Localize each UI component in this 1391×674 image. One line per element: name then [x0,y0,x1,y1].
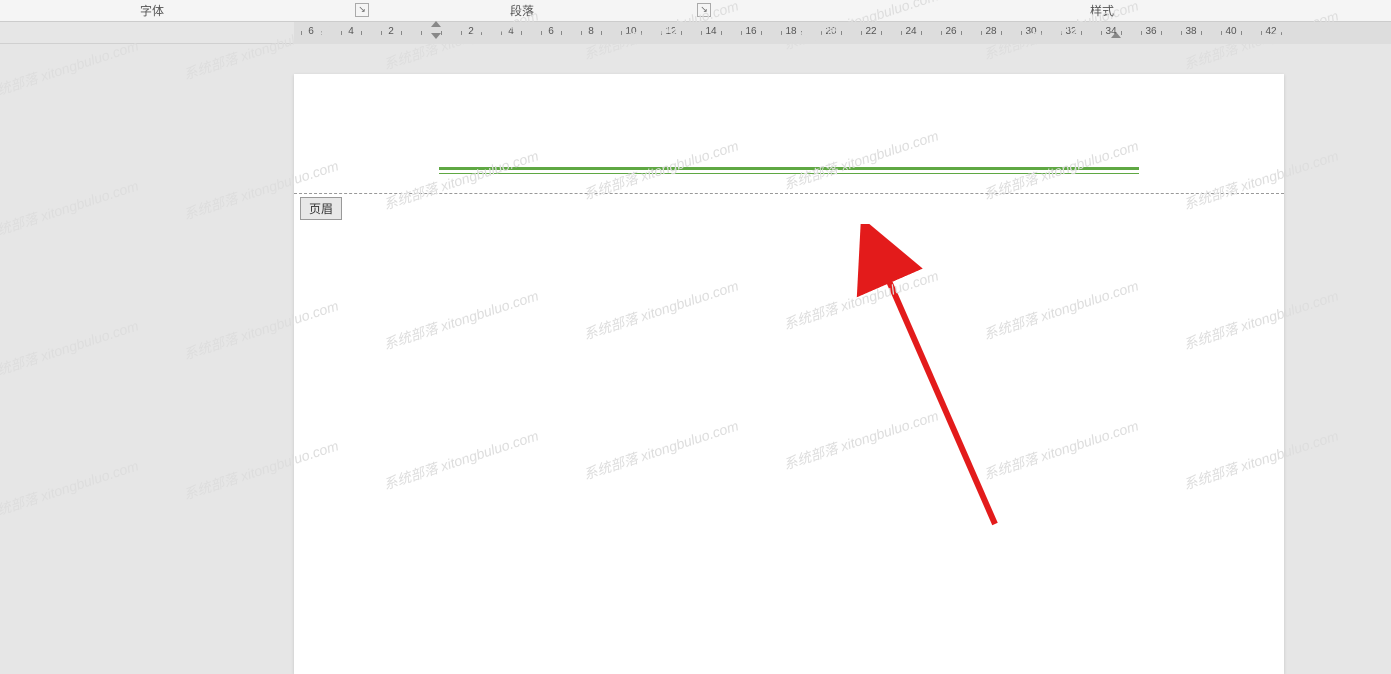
ruler-minor-tick [1181,31,1182,35]
document-workspace: 页眉 [0,44,1391,564]
ruler-minor-tick [601,31,602,35]
ruler-tick-label: 6 [548,26,554,37]
ruler-minor-tick [1081,31,1082,35]
ruler-minor-tick [1041,31,1042,35]
document-page[interactable]: 页眉 [294,74,1284,674]
page-header-area[interactable] [294,74,1284,194]
ruler-minor-tick [761,31,762,35]
ruler-minor-tick [921,31,922,35]
ruler-minor-tick [1061,31,1062,35]
ruler-tick-label: 26 [945,26,956,37]
first-line-indent-marker[interactable] [431,33,441,39]
ribbon-group-paragraph-label: 段落 [510,2,534,19]
ruler-tick-label: 32 [1065,26,1076,37]
ruler-minor-tick [361,31,362,35]
ruler-tick-label: 38 [1185,26,1196,37]
ruler-minor-tick [481,31,482,35]
ruler-minor-tick [781,31,782,35]
ruler-minor-tick [821,31,822,35]
ruler-minor-tick [1221,31,1222,35]
ruler-minor-tick [1201,31,1202,35]
ruler-minor-tick [421,31,422,35]
ruler-tick-label: 14 [705,26,716,37]
ruler-tick-label: 2 [468,26,474,37]
header-label-badge: 页眉 [300,197,342,220]
ruler-tick-label: 12 [665,26,676,37]
ruler-minor-tick [981,31,982,35]
ruler-minor-tick [741,31,742,35]
ruler-tick-label: 4 [348,26,354,37]
ruler-minor-tick [1141,31,1142,35]
ruler-minor-tick [1241,31,1242,35]
ruler-tick-label: 4 [508,26,514,37]
font-dialog-launcher-icon[interactable]: ↘ [355,3,369,17]
ruler-tick-label: 34 [1105,26,1116,37]
ribbon-group-labels: 字体 ↘ 段落 ↘ 样式 [0,0,1391,22]
ruler-tick-label: 36 [1145,26,1156,37]
ruler-tick-label: 2 [388,26,394,37]
ruler-minor-tick [441,31,442,35]
ruler-minor-tick [401,31,402,35]
ruler-minor-tick [881,31,882,35]
ruler-minor-tick [861,31,862,35]
ruler-minor-tick [801,31,802,35]
ruler-minor-tick [521,31,522,35]
ruler-minor-tick [641,31,642,35]
ruler-minor-tick [681,31,682,35]
ruler-minor-tick [321,31,322,35]
ruler-tick-label: 28 [985,26,996,37]
ruler-minor-tick [621,31,622,35]
ribbon-group-font-label: 字体 [140,2,164,19]
ruler-minor-tick [1161,31,1162,35]
ruler-minor-tick [961,31,962,35]
ruler-minor-tick [701,31,702,35]
ruler-minor-tick [301,31,302,35]
ruler-tick-label: 20 [825,26,836,37]
header-decorative-line [439,167,1139,177]
ruler-tick-label: 24 [905,26,916,37]
ruler-minor-tick [1281,31,1282,35]
ruler-tick-label: 18 [785,26,796,37]
ruler-tick-label: 8 [588,26,594,37]
ruler-minor-tick [941,31,942,35]
ruler-tick-label: 6 [308,26,314,37]
ruler-minor-tick [1121,31,1122,35]
ribbon-group-style-label: 样式 [1090,2,1114,19]
ruler-tick-label: 22 [865,26,876,37]
ruler-tick-label: 30 [1025,26,1036,37]
ruler-minor-tick [661,31,662,35]
ruler-minor-tick [1261,31,1262,35]
ruler-minor-tick [841,31,842,35]
ruler-minor-tick [561,31,562,35]
ruler-minor-tick [1101,31,1102,35]
ruler-tick-label: 10 [625,26,636,37]
ruler-minor-tick [501,31,502,35]
horizontal-ruler[interactable]: 6422468101214161820222426283032343638404… [294,22,1391,44]
ruler-minor-tick [721,31,722,35]
ruler-minor-tick [1001,31,1002,35]
ruler-minor-tick [1021,31,1022,35]
ruler-tick-label: 16 [745,26,756,37]
ruler-tick-label: 40 [1225,26,1236,37]
ruler-minor-tick [901,31,902,35]
ruler-minor-tick [581,31,582,35]
ruler-tick-label: 42 [1265,26,1276,37]
ruler-minor-tick [461,31,462,35]
ruler-minor-tick [341,31,342,35]
paragraph-dialog-launcher-icon[interactable]: ↘ [697,3,711,17]
left-indent-marker[interactable] [431,22,441,27]
ruler-minor-tick [541,31,542,35]
ruler-area: 6422468101214161820222426283032343638404… [0,22,1391,44]
ruler-minor-tick [381,31,382,35]
